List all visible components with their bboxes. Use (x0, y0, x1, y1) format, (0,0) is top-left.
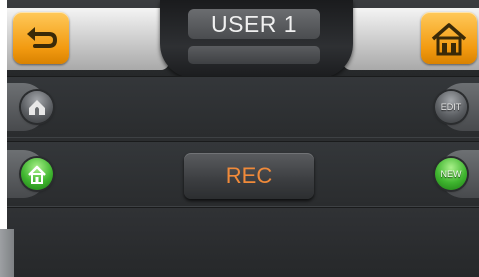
back-button[interactable] (13, 12, 69, 64)
home-green-icon (28, 165, 46, 184)
title-pod: USER 1 (160, 0, 353, 78)
home-button[interactable] (421, 12, 477, 64)
home-gray-button[interactable] (21, 91, 53, 123)
rec-button[interactable]: REC (184, 153, 314, 199)
home-green-button[interactable] (21, 158, 53, 190)
device-screen: USER 1 EDIT REC NEW (7, 0, 479, 277)
new-button[interactable]: NEW (435, 158, 467, 190)
edit-button[interactable]: EDIT (435, 91, 467, 123)
user-title: USER 1 (188, 9, 320, 39)
foreground-occluder (0, 229, 14, 277)
home-gray-icon (29, 100, 45, 115)
row-2: REC NEW (7, 141, 479, 207)
top-bar: USER 1 (7, 0, 479, 78)
row-3 (7, 207, 479, 277)
home-icon (431, 23, 467, 56)
title-subfield (188, 46, 320, 64)
back-arrow-icon (27, 27, 58, 48)
row-1: EDIT (7, 76, 479, 138)
